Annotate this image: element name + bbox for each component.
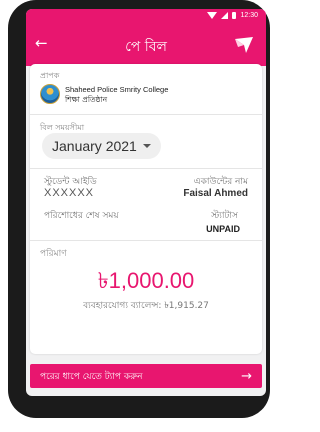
- phone-frame: 12:30 ← পে বিল প্রাপক Shaheed Police Smr…: [8, 0, 270, 418]
- next-step-button[interactable]: পরের ধাপে যেতে ট্যাপ করুন →: [30, 364, 262, 388]
- next-step-label: পরের ধাপে যেতে ট্যাপ করুন: [40, 371, 143, 382]
- bill-details-card: প্রাপক Shaheed Police Smrity College শিক…: [30, 64, 262, 354]
- month-select[interactable]: January 2021: [42, 133, 161, 159]
- student-id-value: XXXXXX: [44, 187, 95, 199]
- provider-type: শিক্ষা প্রতিষ্ঠান: [65, 95, 108, 104]
- battery-icon: [232, 12, 237, 19]
- status-badge: UNPAID: [206, 224, 240, 234]
- status-bar: 12:30: [207, 12, 258, 19]
- account-name-label: একাউন্টের নাম: [193, 177, 248, 187]
- page-title: পে বিল: [125, 39, 167, 55]
- status-label: স্ট্যাটাস: [211, 211, 238, 221]
- app-header: 12:30 ← পে বিল: [26, 9, 266, 66]
- amount-value: ৳1,000.00: [97, 268, 195, 293]
- month-select-value: January 2021: [52, 138, 137, 154]
- bkash-logo-icon: [235, 37, 253, 53]
- college-logo-icon: [40, 84, 60, 104]
- provider-label: প্রাপক: [40, 71, 60, 80]
- provider-name: Shaheed Police Smrity College: [65, 85, 169, 94]
- divider: [30, 240, 262, 241]
- status-time: 12:30: [240, 12, 258, 19]
- divider: [30, 168, 262, 169]
- chevron-down-icon: [142, 144, 151, 148]
- signal-icon: [221, 12, 229, 19]
- available-balance: ব্যবহারযোগ্য ব্যালেন্স: ৳1,915.27: [83, 301, 209, 311]
- account-name-value: Faisal Ahmed: [183, 188, 248, 199]
- wifi-icon: [207, 12, 218, 19]
- due-date-label: পরিশোধের শেষ সময়: [44, 211, 119, 221]
- divider: [30, 114, 262, 115]
- arrow-right-icon: →: [241, 368, 252, 384]
- amount-label: পরিমাণ: [40, 249, 67, 259]
- app-screen: 12:30 ← পে বিল প্রাপক Shaheed Police Smr…: [26, 9, 266, 396]
